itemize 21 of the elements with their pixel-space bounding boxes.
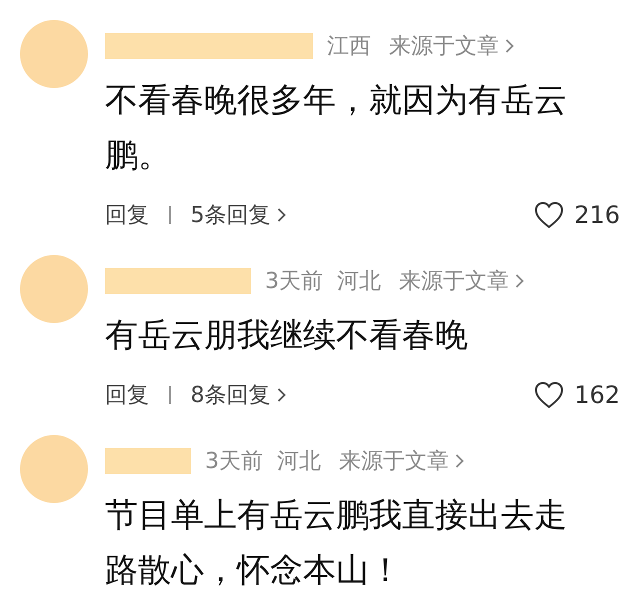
comment-text: 节目单上有岳云鹏我直接出去走路散心，怀念本山！ xyxy=(105,494,568,591)
comment-location: 河北 xyxy=(277,448,321,476)
replies-link[interactable]: 5条回复 xyxy=(190,200,270,230)
like-count: 162 xyxy=(574,381,620,409)
chevron-icon xyxy=(505,38,514,54)
comment-time: 3天前 xyxy=(265,268,323,296)
chevron-icon xyxy=(515,273,524,289)
reply-button[interactable]: 回复 xyxy=(105,380,149,410)
comment-location: 江西 xyxy=(327,33,371,61)
heart-icon[interactable] xyxy=(534,381,564,409)
reply-button[interactable]: 回复 xyxy=(105,200,149,230)
chevron-icon xyxy=(276,387,286,403)
comment-text: 有岳云朋我继续不看春晚 xyxy=(105,314,469,356)
comment-text: 不看春晚很多年，就因为有岳云鹏。 xyxy=(105,79,568,176)
replies-link[interactable]: 8条回复 xyxy=(190,380,270,410)
comment-location: 河北 xyxy=(337,268,381,296)
chevron-icon xyxy=(455,453,464,469)
heart-icon[interactable] xyxy=(534,201,564,229)
chevron-icon xyxy=(276,207,286,223)
comment-time: 3天前 xyxy=(205,448,263,476)
like-count: 216 xyxy=(574,201,620,229)
